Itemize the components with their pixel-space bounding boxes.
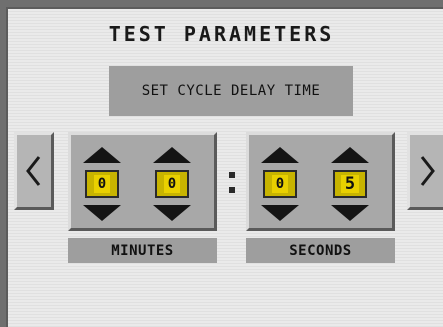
seconds-ones-digit[interactable]: 5: [333, 170, 367, 198]
next-button[interactable]: [407, 132, 443, 210]
minutes-label: MINUTES: [68, 238, 217, 263]
minutes-tens-value: 0: [93, 175, 111, 193]
minutes-tens-down-arrow[interactable]: [79, 203, 125, 223]
seconds-ones-spinner: 5: [327, 143, 373, 225]
seconds-label: SECONDS: [246, 238, 395, 263]
triangle-up-icon: [261, 147, 299, 163]
seconds-ones-up-arrow[interactable]: [327, 145, 373, 165]
seconds-tens-down-arrow[interactable]: [257, 203, 303, 223]
triangle-up-icon: [331, 147, 369, 163]
subtitle-text: SET CYCLE DELAY TIME: [141, 83, 321, 99]
time-separator: [226, 170, 238, 196]
triangle-up-icon: [153, 147, 191, 163]
seconds-ones-value: 5: [340, 175, 360, 193]
triangle-down-icon: [331, 205, 369, 221]
minutes-ones-down-arrow[interactable]: [149, 203, 195, 223]
triangle-down-icon: [153, 205, 191, 221]
minutes-ones-up-arrow[interactable]: [149, 145, 195, 165]
minutes-panel: 0 0: [68, 132, 217, 231]
chevron-right-icon: [420, 156, 435, 186]
minutes-ones-value: 0: [163, 175, 181, 193]
minutes-tens-digit[interactable]: 0: [85, 170, 119, 198]
seconds-tens-spinner: 0: [257, 143, 303, 225]
seconds-ones-down-arrow[interactable]: [327, 203, 373, 223]
seconds-panel: 0 5: [246, 132, 395, 231]
seconds-tens-value: 0: [271, 175, 289, 193]
minutes-tens-up-arrow[interactable]: [79, 145, 125, 165]
triangle-down-icon: [261, 205, 299, 221]
chevron-left-icon: [26, 156, 41, 186]
triangle-up-icon: [83, 147, 121, 163]
seconds-tens-digit[interactable]: 0: [263, 170, 297, 198]
triangle-down-icon: [83, 205, 121, 221]
subtitle-box: SET CYCLE DELAY TIME: [109, 66, 353, 116]
minutes-ones-spinner: 0: [149, 143, 195, 225]
minutes-ones-digit[interactable]: 0: [155, 170, 189, 198]
previous-button[interactable]: [14, 132, 54, 210]
page-title: TEST PARAMETERS: [108, 22, 335, 46]
minutes-tens-spinner: 0: [79, 143, 125, 225]
seconds-tens-up-arrow[interactable]: [257, 145, 303, 165]
